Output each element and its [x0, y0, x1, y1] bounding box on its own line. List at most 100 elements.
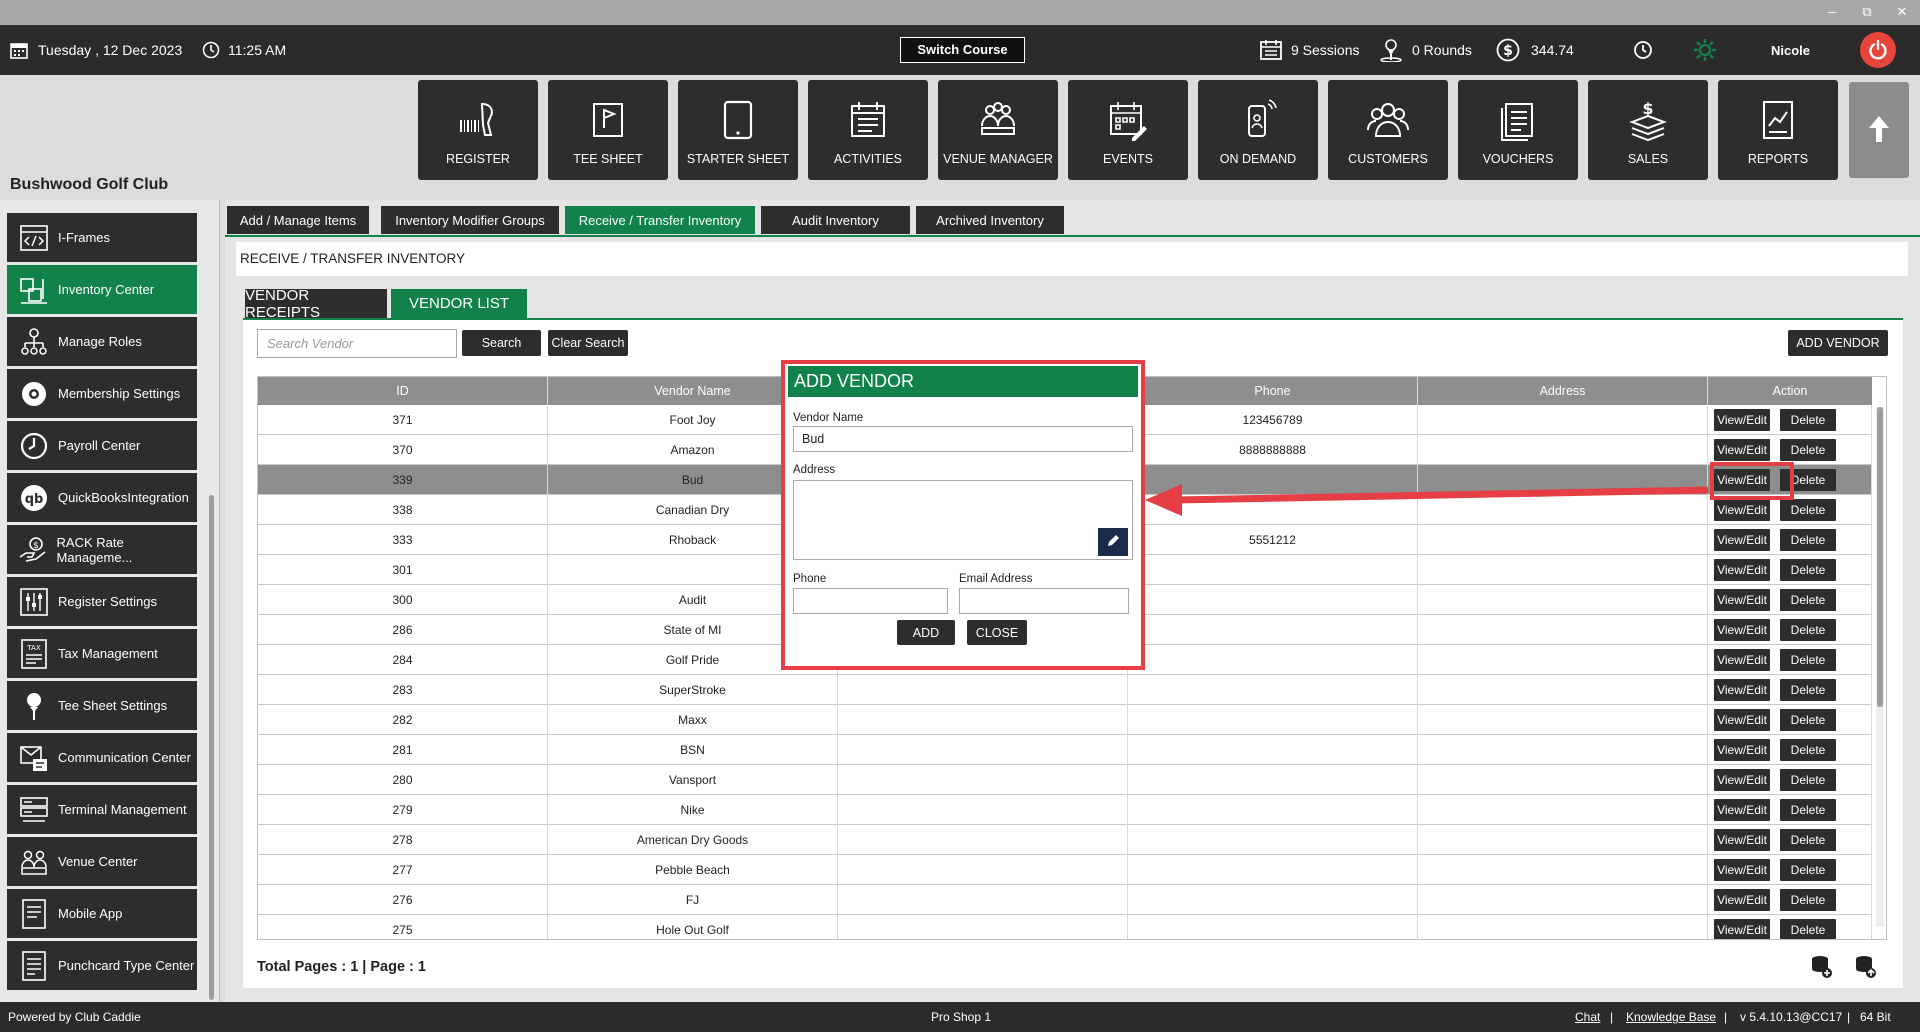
table-scrollbar[interactable] [1876, 407, 1884, 927]
sidebar-item-venue-center[interactable]: Venue Center [7, 837, 197, 886]
tab-audit-inventory[interactable]: Audit Inventory [761, 206, 910, 234]
search-vendor-input[interactable]: Search Vendor [257, 329, 457, 358]
header-phone[interactable]: Phone [1128, 377, 1418, 405]
nav-venue-manager[interactable]: VENUE MANAGER [938, 80, 1058, 180]
sidebar-item-punchcard[interactable]: Punchcard Type Center [7, 941, 197, 990]
view-edit-button[interactable]: View/Edit [1714, 439, 1770, 461]
knowledge-base-link[interactable]: Knowledge Base [1626, 1002, 1716, 1032]
switch-course-button[interactable]: Switch Course [900, 37, 1025, 63]
view-edit-button[interactable]: View/Edit [1714, 919, 1770, 939]
delete-button[interactable]: Delete [1780, 619, 1836, 641]
history-clock-icon[interactable] [1633, 25, 1653, 75]
minimize-button[interactable]: – [1822, 3, 1842, 21]
chat-link[interactable]: Chat [1575, 1002, 1600, 1032]
delete-button[interactable]: Delete [1780, 739, 1836, 761]
table-row[interactable]: 279 Nike View/Edit Delete [258, 795, 1872, 825]
tab-inventory-modifier-groups[interactable]: Inventory Modifier Groups [381, 206, 559, 234]
table-row[interactable]: 280 Vansport View/Edit Delete [258, 765, 1872, 795]
delete-button[interactable]: Delete [1780, 769, 1836, 791]
header-address[interactable]: Address [1418, 377, 1708, 405]
vendor-name-field[interactable]: Bud [793, 426, 1133, 452]
view-edit-button[interactable]: View/Edit [1714, 769, 1770, 791]
delete-button[interactable]: Delete [1780, 859, 1836, 881]
delete-button[interactable]: Delete [1780, 889, 1836, 911]
table-row[interactable]: 278 American Dry Goods View/Edit Delete [258, 825, 1872, 855]
nav-events[interactable]: EVENTS [1068, 80, 1188, 180]
sidebar-item-communication-center[interactable]: Communication Center [7, 733, 197, 782]
balance-display[interactable]: $ 344.74 [1496, 25, 1574, 75]
clear-search-button[interactable]: Clear Search [548, 330, 628, 356]
delete-button[interactable]: Delete [1780, 529, 1836, 551]
table-row[interactable]: 283 SuperStroke View/Edit Delete [258, 675, 1872, 705]
sessions-display[interactable]: 9 Sessions [1259, 25, 1359, 75]
modal-add-button[interactable]: ADD [897, 620, 955, 645]
delete-button[interactable]: Delete [1780, 799, 1836, 821]
header-id[interactable]: ID [258, 377, 548, 405]
address-field[interactable] [793, 480, 1133, 560]
view-edit-button[interactable]: View/Edit [1714, 889, 1770, 911]
sidebar-item-manage-roles[interactable]: Manage Roles [7, 317, 197, 366]
sidebar-item-i-frames[interactable]: I-Frames [7, 213, 197, 262]
sidebar-scrollbar[interactable] [209, 495, 214, 1000]
view-edit-button[interactable]: View/Edit [1714, 859, 1770, 881]
tab-vendor-receipts[interactable]: VENDOR RECEIPTS [245, 287, 387, 321]
delete-button[interactable]: Delete [1780, 649, 1836, 671]
delete-button[interactable]: Delete [1780, 709, 1836, 731]
view-edit-button[interactable]: View/Edit [1714, 799, 1770, 821]
search-button[interactable]: Search [462, 330, 541, 356]
add-vendor-button[interactable]: ADD VENDOR [1788, 330, 1888, 356]
table-row[interactable]: 277 Pebble Beach View/Edit Delete [258, 855, 1872, 885]
tab-receive-transfer-inventory[interactable]: Receive / Transfer Inventory [565, 206, 755, 234]
table-row[interactable]: 281 BSN View/Edit Delete [258, 735, 1872, 765]
sidebar-item-mobile-app[interactable]: Mobile App [7, 889, 197, 938]
settings-gear-icon[interactable] [1692, 25, 1718, 75]
scroll-up-button[interactable] [1849, 82, 1909, 178]
view-edit-button[interactable]: View/Edit [1714, 709, 1770, 731]
view-edit-button[interactable]: View/Edit [1714, 619, 1770, 641]
tab-vendor-list[interactable]: VENDOR LIST [391, 289, 527, 318]
coins-upload-icon[interactable] [1855, 955, 1877, 982]
view-edit-button[interactable]: View/Edit [1714, 739, 1770, 761]
table-row[interactable]: 275 Hole Out Golf View/Edit Delete [258, 915, 1872, 939]
nav-tee-sheet[interactable]: TEE SHEET [548, 80, 668, 180]
nav-reports[interactable]: REPORTS [1718, 80, 1838, 180]
view-edit-button[interactable]: View/Edit [1714, 409, 1770, 431]
user-name[interactable]: Nicole [1771, 25, 1810, 75]
view-edit-button[interactable]: View/Edit [1714, 829, 1770, 851]
nav-activities[interactable]: ACTIVITIES [808, 80, 928, 180]
sidebar-item-membership-settings[interactable]: Membership Settings [7, 369, 197, 418]
view-edit-button[interactable]: View/Edit [1714, 649, 1770, 671]
edit-address-button[interactable] [1098, 528, 1128, 556]
email-field[interactable] [959, 588, 1129, 614]
delete-button[interactable]: Delete [1780, 409, 1836, 431]
tab-add-manage-items[interactable]: Add / Manage Items [227, 206, 369, 234]
phone-field[interactable] [793, 588, 948, 614]
table-row[interactable]: 276 FJ View/Edit Delete [258, 885, 1872, 915]
delete-button[interactable]: Delete [1780, 919, 1836, 939]
sidebar-item-rack-rate[interactable]: $ RACK Rate Manageme... [7, 525, 197, 574]
sidebar-item-tee-sheet-settings[interactable]: Tee Sheet Settings [7, 681, 197, 730]
nav-vouchers[interactable]: VOUCHERS [1458, 80, 1578, 180]
sidebar-item-terminal-management[interactable]: Terminal Management [7, 785, 197, 834]
view-edit-button[interactable]: View/Edit [1714, 499, 1770, 521]
view-edit-button[interactable]: View/Edit [1714, 529, 1770, 551]
coins-export-icon[interactable] [1811, 955, 1833, 982]
sidebar-item-inventory-center[interactable]: Inventory Center [7, 265, 197, 314]
sidebar-item-payroll-center[interactable]: Payroll Center [7, 421, 197, 470]
delete-button[interactable]: Delete [1780, 829, 1836, 851]
sidebar-item-quickbooks[interactable]: qb QuickBooksIntegration [7, 473, 197, 522]
modal-close-button[interactable]: CLOSE [967, 620, 1027, 645]
tab-archived-inventory[interactable]: Archived Inventory [916, 206, 1064, 234]
nav-register[interactable]: REGISTER [418, 80, 538, 180]
delete-button[interactable]: Delete [1780, 559, 1836, 581]
power-button[interactable] [1860, 32, 1896, 68]
delete-button[interactable]: Delete [1780, 589, 1836, 611]
nav-sales[interactable]: $ SALES [1588, 80, 1708, 180]
nav-customers[interactable]: CUSTOMERS [1328, 80, 1448, 180]
close-window-button[interactable]: ✕ [1892, 3, 1912, 21]
nav-starter-sheet[interactable]: STARTER SHEET [678, 80, 798, 180]
view-edit-button[interactable]: View/Edit [1714, 679, 1770, 701]
delete-button[interactable]: Delete [1780, 679, 1836, 701]
view-edit-button[interactable]: View/Edit [1714, 559, 1770, 581]
sidebar-item-register-settings[interactable]: Register Settings [7, 577, 197, 626]
